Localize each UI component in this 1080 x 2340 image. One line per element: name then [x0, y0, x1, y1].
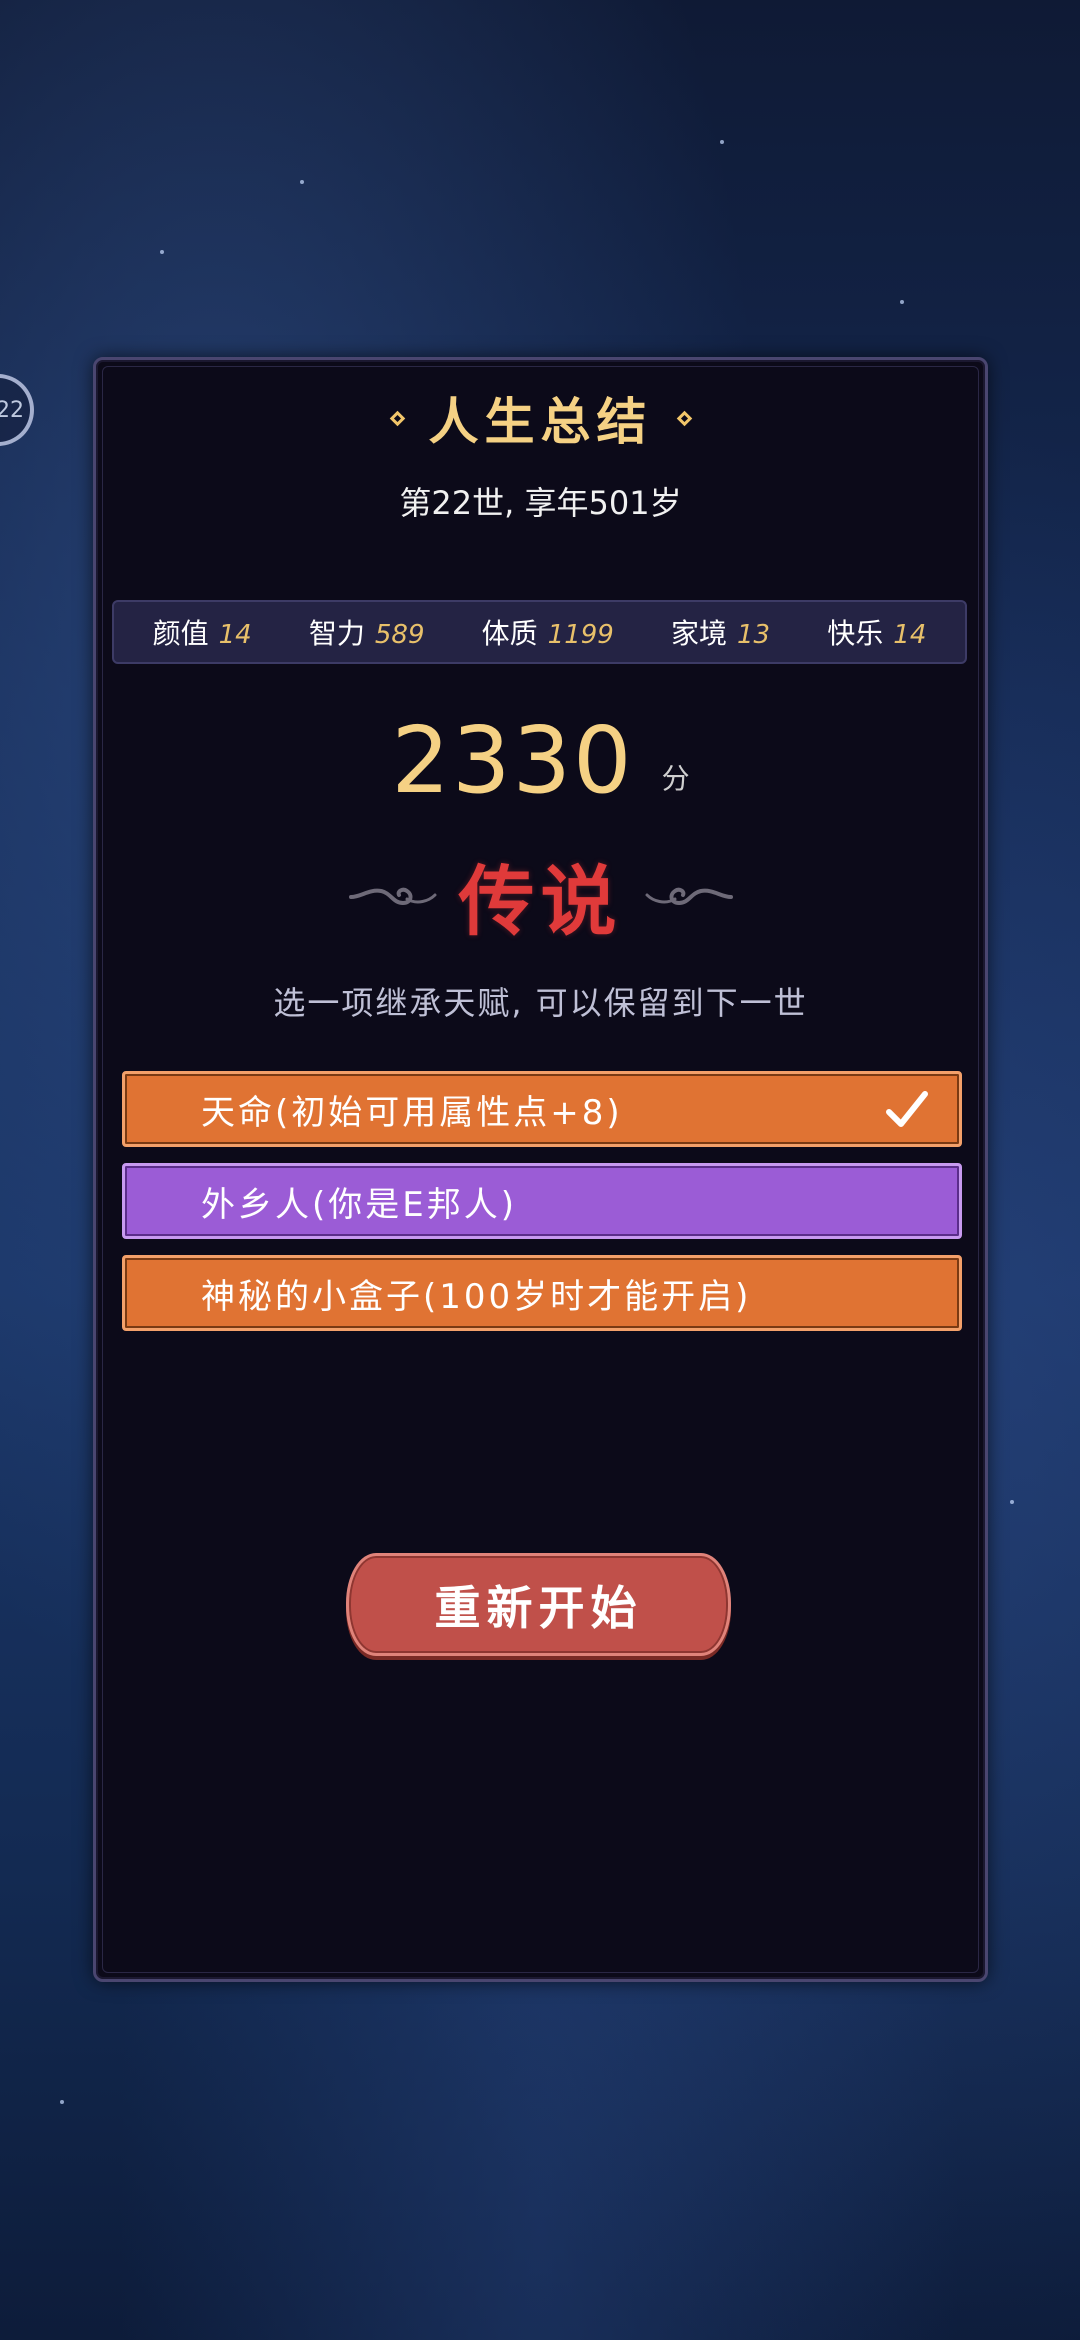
summary-title-row: 人生总结: [96, 382, 985, 454]
life-summary-panel: 人生总结 第22世, 享年501岁 颜值 14 智力 589 体质 1199 家…: [93, 357, 988, 1982]
talent-label: 神秘的小盒子(100岁时才能开启): [201, 1276, 752, 1317]
inherit-talent-hint: 选一项继承天赋, 可以保留到下一世: [273, 984, 808, 1022]
background-star: [1010, 1500, 1014, 1504]
summary-title: 人生总结: [428, 393, 653, 451]
stat-constitution: 体质 1199: [482, 612, 614, 652]
stat-happiness: 快乐 14: [827, 612, 926, 652]
total-score: 2330: [391, 707, 634, 814]
restart-button[interactable]: 重新开始: [346, 1553, 731, 1656]
stat-value: 589: [374, 620, 425, 650]
stat-family: 家境 13: [671, 612, 770, 652]
lifetime-subtitle: 第22世, 享年501岁: [399, 484, 682, 522]
stat-value: 14: [893, 620, 927, 650]
score-unit: 分: [661, 762, 690, 795]
stat-value: 13: [737, 620, 771, 650]
talent-label: 外乡人(你是E邦人): [201, 1184, 518, 1225]
side-badge-text: 22: [0, 397, 24, 423]
score-row: 2330 分: [96, 715, 985, 807]
stat-label: 颜值: [152, 617, 209, 650]
background-star: [720, 140, 724, 144]
stat-label: 智力: [308, 617, 365, 650]
background-star: [300, 180, 304, 184]
cloud-ornament-left-icon: [348, 887, 436, 906]
talent-label: 天命(初始可用属性点+8): [201, 1092, 623, 1133]
background-star: [60, 2100, 64, 2104]
grade-row: 传说: [96, 840, 985, 950]
cloud-ornament-right-icon: [645, 887, 733, 906]
background-star: [160, 250, 164, 254]
attribute-stats-bar: 颜值 14 智力 589 体质 1199 家境 13 快乐 14: [112, 600, 967, 664]
checkmark-icon: [886, 1091, 928, 1127]
talent-option[interactable]: 神秘的小盒子(100岁时才能开启): [122, 1255, 962, 1331]
grade-label: 传说: [458, 857, 623, 946]
stat-label: 家境: [671, 617, 728, 650]
stat-value: 1199: [547, 620, 614, 650]
stat-appearance: 颜值 14: [153, 612, 252, 652]
background-star: [900, 300, 904, 304]
talent-option[interactable]: 外乡人(你是E邦人): [122, 1163, 962, 1239]
talent-list: 天命(初始可用属性点+8) 外乡人(你是E邦人) 神秘的小盒子(100岁时才能开…: [122, 1071, 962, 1347]
stat-label: 快乐: [827, 617, 884, 650]
side-level-badge[interactable]: 22: [0, 374, 34, 446]
stat-value: 14: [218, 620, 252, 650]
stat-label: 体质: [481, 617, 538, 650]
stat-intelligence: 智力 589: [309, 612, 425, 652]
talent-option-selected[interactable]: 天命(初始可用属性点+8): [122, 1071, 962, 1147]
diamond-ornament-icon: [676, 410, 692, 426]
diamond-ornament-icon: [389, 410, 405, 426]
